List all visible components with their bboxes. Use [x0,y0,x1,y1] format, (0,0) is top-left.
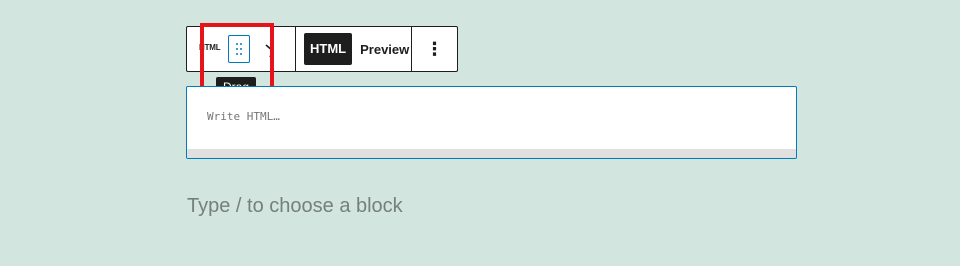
preview-mode-button[interactable]: Preview [360,42,409,57]
html-code-input[interactable] [187,87,796,149]
move-arrow-icon[interactable] [263,41,277,61]
html-mode-button[interactable]: HTML [304,33,353,65]
html-block [186,86,797,159]
html-block-icon[interactable]: HTML [199,43,221,52]
more-options-icon[interactable]: ⋮ [426,40,444,58]
block-footer-bar [187,149,796,158]
options-group: ⋮ [412,27,457,71]
drag-dots-icon [236,43,242,55]
mode-switch-group: HTML Preview [296,27,412,71]
block-switcher-group: HTML [187,27,296,71]
drag-handle-button[interactable] [228,35,250,63]
block-appender-placeholder[interactable]: Type / to choose a block [187,195,403,218]
block-toolbar: HTML HTML Preview ⋮ [186,26,458,72]
